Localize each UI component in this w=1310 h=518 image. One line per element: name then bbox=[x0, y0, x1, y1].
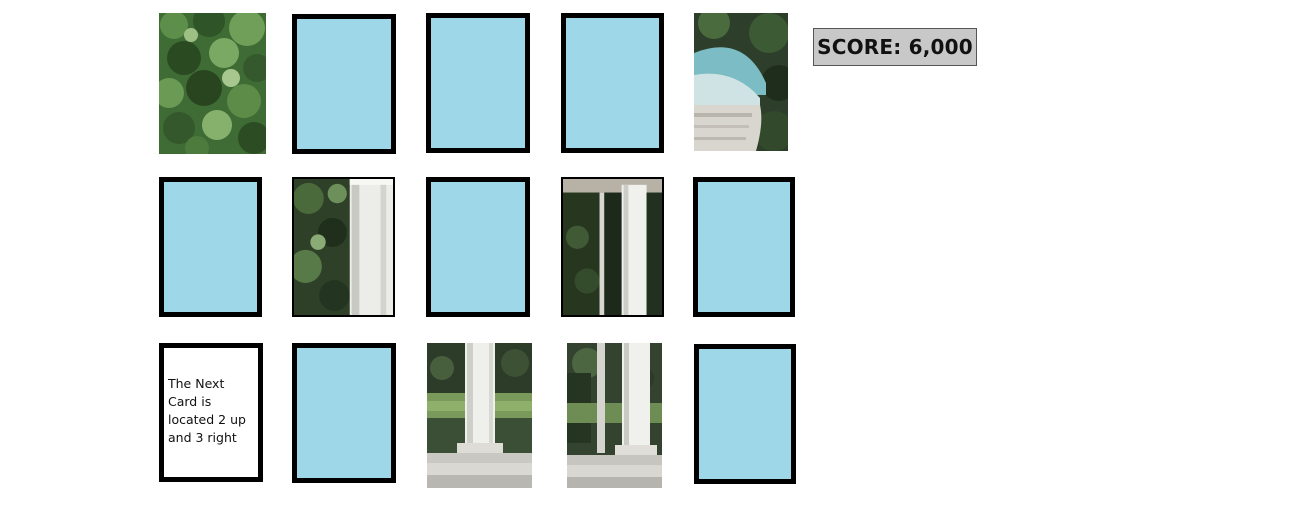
column-base-lawn-image bbox=[427, 343, 532, 488]
card-r2-c1-face-down[interactable] bbox=[159, 177, 262, 317]
column-base-steps-image bbox=[567, 343, 662, 488]
gazebo-dome-image bbox=[694, 13, 788, 151]
column-doorway-image bbox=[563, 179, 662, 315]
card-r2-c3-face-down[interactable] bbox=[426, 177, 530, 317]
trees-column-image bbox=[294, 179, 393, 315]
card-r3-c4-column-base-steps[interactable] bbox=[567, 343, 662, 488]
tree-foliage-image bbox=[159, 13, 266, 154]
card-r3-c1-hint[interactable]: The Next Card is located 2 up and 3 righ… bbox=[159, 343, 263, 482]
card-r1-c5-gazebo-dome[interactable] bbox=[694, 13, 788, 151]
card-r3-c3-column-base-lawn[interactable] bbox=[427, 343, 532, 488]
card-r2-c2-trees-column[interactable] bbox=[292, 177, 395, 317]
card-r1-c2-face-down[interactable] bbox=[292, 14, 396, 154]
card-r3-c2-face-down[interactable] bbox=[292, 343, 396, 483]
card-r1-c4-face-down[interactable] bbox=[561, 13, 664, 153]
score-display: SCORE: 6,000 bbox=[813, 28, 977, 66]
card-r3-c5-face-down[interactable] bbox=[694, 344, 796, 484]
card-r2-c5-face-down[interactable] bbox=[693, 177, 795, 317]
card-r2-c4-column-doorway[interactable] bbox=[561, 177, 664, 317]
card-r1-c3-face-down[interactable] bbox=[426, 13, 530, 153]
hint-text: The Next Card is located 2 up and 3 righ… bbox=[168, 376, 246, 445]
card-r1-c1-tree-foliage[interactable] bbox=[159, 13, 266, 154]
